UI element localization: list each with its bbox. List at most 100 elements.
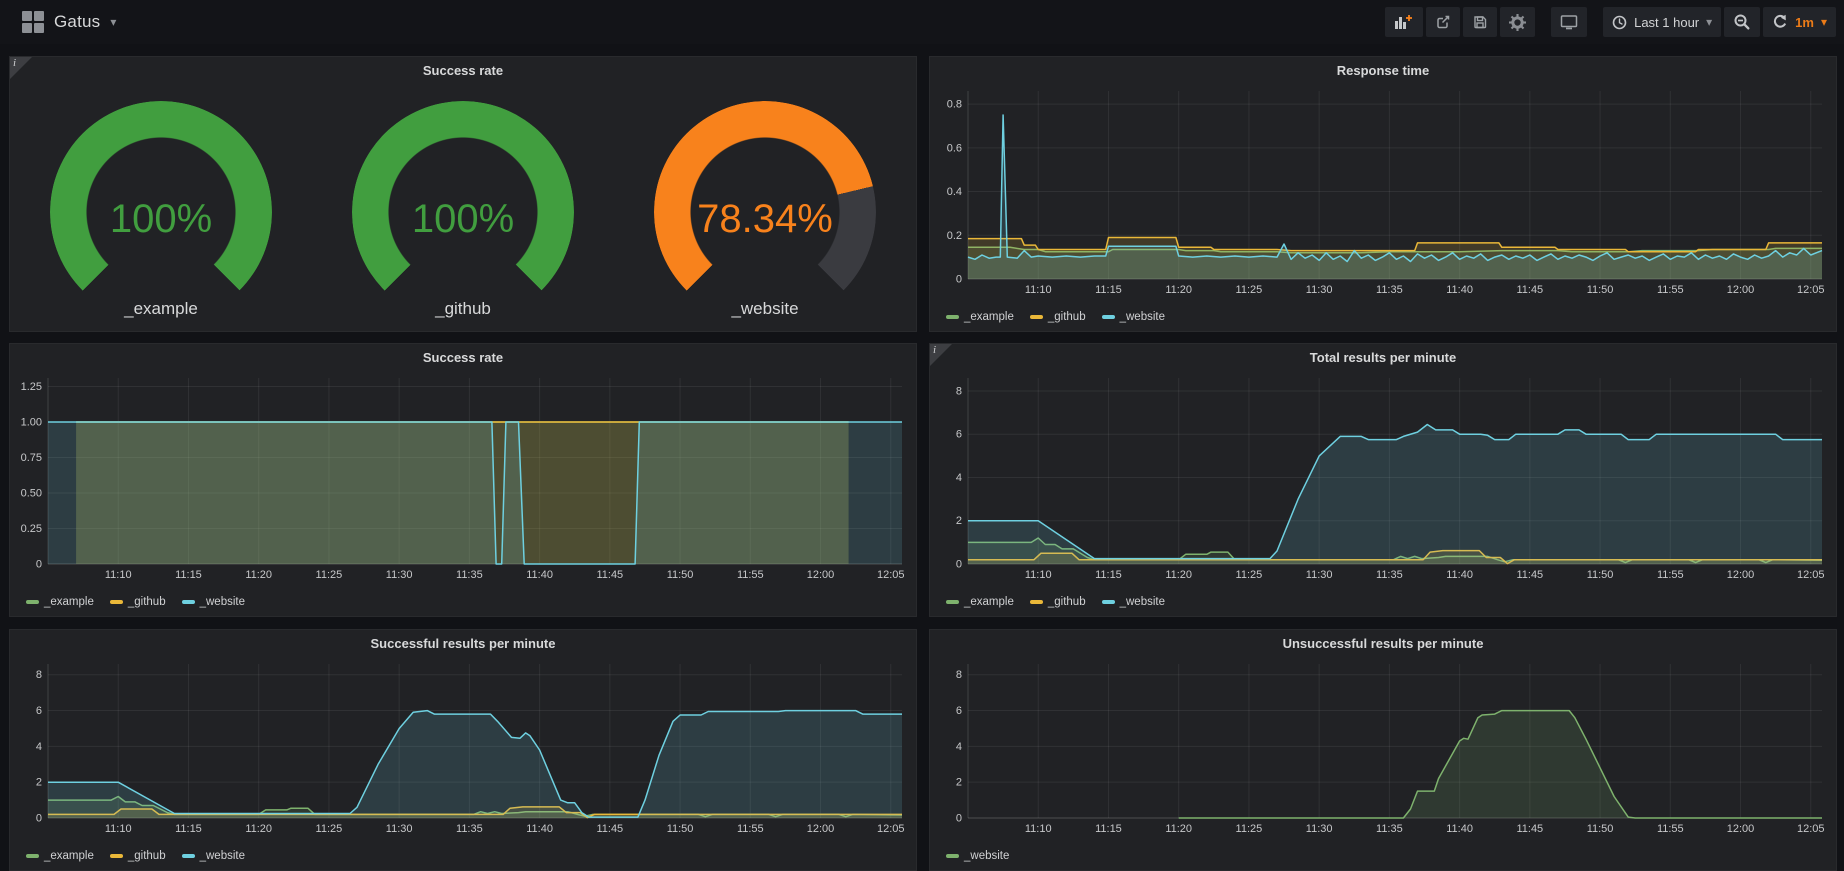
- chart-canvas: 00.250.500.751.001.2511:1011:1511:2011:2…: [16, 370, 910, 582]
- svg-text:0: 0: [956, 813, 962, 825]
- svg-text:8: 8: [36, 669, 42, 681]
- svg-text:12:05: 12:05: [877, 823, 905, 835]
- gauge-label: _example: [10, 299, 312, 319]
- svg-text:11:10: 11:10: [105, 569, 132, 581]
- panel-title[interactable]: Total results per minute: [930, 350, 1836, 365]
- svg-text:11:45: 11:45: [1516, 284, 1543, 296]
- dashboard-caret-icon[interactable]: ▾: [110, 15, 116, 29]
- dashboard-grid-icon[interactable]: [22, 11, 44, 33]
- svg-text:11:55: 11:55: [1657, 569, 1684, 581]
- panel-title[interactable]: Success rate: [10, 350, 916, 365]
- legend-swatch-icon: [1030, 315, 1043, 319]
- legend-label: _example: [44, 596, 94, 608]
- svg-text:11:25: 11:25: [316, 823, 343, 835]
- dashboard-title[interactable]: Gatus: [54, 12, 100, 32]
- svg-text:12:00: 12:00: [1727, 569, 1755, 581]
- svg-text:1.00: 1.00: [21, 417, 42, 429]
- chart-plot-area: 0246811:1011:1511:2011:2511:3011:3511:40…: [936, 370, 1830, 582]
- svg-text:11:25: 11:25: [316, 569, 343, 581]
- gauge-value: 100%: [10, 197, 312, 242]
- legend-item-website[interactable]: _website: [946, 850, 1009, 862]
- refresh-button[interactable]: 1m ▾: [1763, 7, 1836, 37]
- svg-text:11:35: 11:35: [1376, 823, 1403, 835]
- legend-swatch-icon: [182, 600, 195, 604]
- svg-text:0.4: 0.4: [947, 186, 962, 198]
- svg-text:11:25: 11:25: [1236, 284, 1263, 296]
- settings-button[interactable]: [1500, 7, 1535, 37]
- svg-text:6: 6: [956, 429, 962, 441]
- legend-item-website[interactable]: _website: [1102, 596, 1165, 608]
- svg-text:11:20: 11:20: [1165, 569, 1192, 581]
- svg-text:0: 0: [956, 559, 962, 571]
- gauge-github: 100% _github: [312, 81, 614, 331]
- refresh-interval-label: 1m: [1795, 15, 1814, 30]
- panel-successful-results: Successful results per minute 0246811:10…: [9, 629, 917, 871]
- legend-item-github[interactable]: _github: [110, 850, 166, 862]
- svg-text:0.25: 0.25: [21, 523, 42, 535]
- chart-legend: _example _github _website: [26, 850, 245, 862]
- legend-item-example[interactable]: _example: [26, 596, 94, 608]
- tv-mode-button[interactable]: [1551, 7, 1587, 37]
- top-navbar: Gatus ▾: [0, 0, 1844, 44]
- legend-swatch-icon: [1030, 600, 1043, 604]
- panel-title[interactable]: Success rate: [10, 63, 916, 78]
- time-range-label: Last 1 hour: [1634, 15, 1699, 30]
- legend-item-example[interactable]: _example: [946, 311, 1014, 323]
- clock-icon: [1612, 15, 1627, 30]
- legend-item-website[interactable]: _website: [182, 850, 245, 862]
- legend-label: _website: [200, 596, 245, 608]
- svg-text:4: 4: [956, 741, 962, 753]
- svg-text:11:25: 11:25: [1236, 823, 1263, 835]
- legend-label: _github: [1048, 311, 1086, 323]
- svg-text:11:55: 11:55: [737, 569, 764, 581]
- panel-success-rate-gauges: i Success rate 100% _example 100% _githu…: [9, 56, 917, 332]
- legend-swatch-icon: [182, 854, 195, 858]
- legend-swatch-icon: [110, 854, 123, 858]
- legend-label: _example: [44, 850, 94, 862]
- monitor-icon: [1560, 14, 1578, 30]
- add-panel-icon: [1394, 14, 1414, 30]
- svg-text:11:35: 11:35: [1376, 569, 1403, 581]
- svg-text:8: 8: [956, 385, 962, 397]
- legend-item-github[interactable]: _github: [110, 596, 166, 608]
- time-range-picker[interactable]: Last 1 hour ▾: [1603, 7, 1721, 37]
- svg-text:11:10: 11:10: [1025, 569, 1052, 581]
- svg-text:12:00: 12:00: [807, 823, 835, 835]
- svg-text:11:30: 11:30: [386, 569, 413, 581]
- svg-text:8: 8: [956, 669, 962, 681]
- legend-item-github[interactable]: _github: [1030, 311, 1086, 323]
- legend-item-github[interactable]: _github: [1030, 596, 1086, 608]
- panel-title[interactable]: Successful results per minute: [10, 636, 916, 651]
- legend-item-website[interactable]: _website: [182, 596, 245, 608]
- svg-text:0: 0: [36, 559, 42, 571]
- chart-legend: _example _github _website: [946, 311, 1165, 323]
- svg-text:11:10: 11:10: [1025, 284, 1052, 296]
- svg-text:12:05: 12:05: [1797, 284, 1825, 296]
- chart-plot-area: 0246811:1011:1511:2011:2511:3011:3511:40…: [16, 656, 910, 836]
- add-panel-button[interactable]: [1385, 7, 1423, 37]
- svg-text:11:30: 11:30: [1306, 823, 1333, 835]
- svg-text:0.2: 0.2: [947, 230, 962, 242]
- svg-text:11:30: 11:30: [386, 823, 413, 835]
- legend-label: _website: [200, 850, 245, 862]
- chart-canvas: 0246811:1011:1511:2011:2511:3011:3511:40…: [936, 656, 1830, 836]
- legend-item-website[interactable]: _website: [1102, 311, 1165, 323]
- share-button[interactable]: [1426, 7, 1460, 37]
- svg-text:6: 6: [36, 705, 42, 717]
- legend-item-example[interactable]: _example: [946, 596, 1014, 608]
- svg-text:11:35: 11:35: [456, 823, 483, 835]
- svg-text:0.75: 0.75: [21, 452, 42, 464]
- panel-title[interactable]: Response time: [930, 63, 1836, 78]
- svg-text:11:15: 11:15: [175, 569, 202, 581]
- gauge-value: 78.34%: [614, 197, 916, 242]
- legend-label: _website: [964, 850, 1009, 862]
- panel-title[interactable]: Unsuccessful results per minute: [930, 636, 1836, 651]
- zoom-out-button[interactable]: [1724, 7, 1760, 37]
- legend-item-example[interactable]: _example: [26, 850, 94, 862]
- save-button[interactable]: [1463, 7, 1497, 37]
- legend-swatch-icon: [946, 600, 959, 604]
- gauge-value: 100%: [312, 197, 614, 242]
- chart-canvas: 0246811:1011:1511:2011:2511:3011:3511:40…: [16, 656, 910, 836]
- svg-text:11:55: 11:55: [737, 823, 764, 835]
- chart-legend: _website: [946, 850, 1009, 862]
